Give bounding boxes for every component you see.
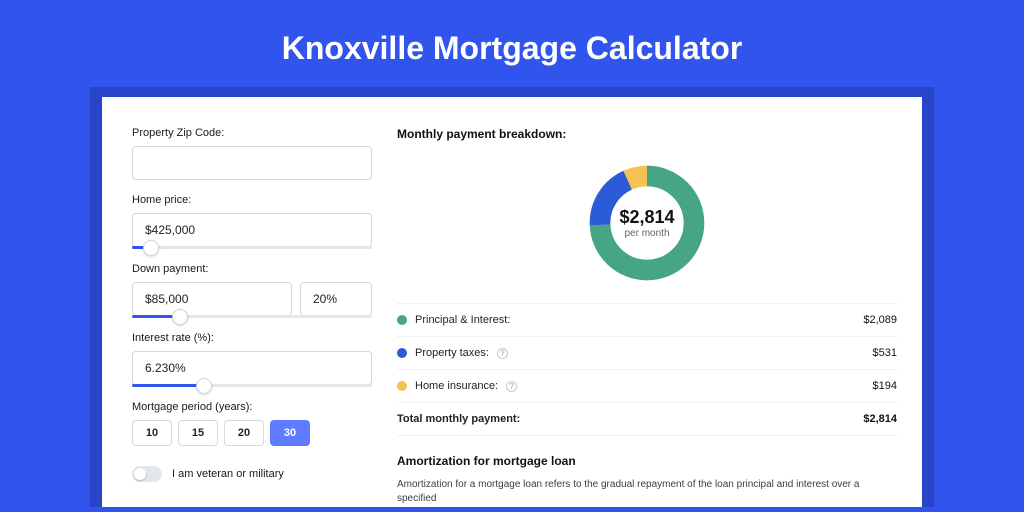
slider-thumb[interactable] — [196, 378, 212, 394]
legend-label: Principal & Interest: — [415, 314, 510, 326]
down-payment-pct-input[interactable] — [300, 282, 372, 316]
dot-icon — [397, 348, 407, 358]
legend-row-total: Total monthly payment: $2,814 — [397, 403, 897, 436]
veteran-row: I am veteran or military — [132, 466, 372, 482]
down-payment-input[interactable] — [132, 282, 292, 316]
amortization-title: Amortization for mortgage loan — [397, 454, 897, 468]
period-btn-15[interactable]: 15 — [178, 420, 218, 446]
slider-thumb[interactable] — [143, 240, 159, 256]
legend-value: $194 — [873, 380, 897, 392]
legend-row-insurance: Home insurance: ? $194 — [397, 370, 897, 403]
legend-row-principal: Principal & Interest: $2,089 — [397, 304, 897, 337]
breakdown-column: Monthly payment breakdown: $2,814 per mo… — [397, 127, 897, 507]
legend-value: $2,089 — [863, 314, 897, 326]
info-icon[interactable]: ? — [497, 348, 508, 359]
interest-rate-input[interactable] — [132, 351, 372, 385]
page-title: Knoxville Mortgage Calculator — [90, 0, 934, 87]
period-btn-20[interactable]: 20 — [224, 420, 264, 446]
legend-row-taxes: Property taxes: ? $531 — [397, 337, 897, 370]
home-price-slider[interactable] — [132, 246, 372, 249]
legend-label: Home insurance: — [415, 380, 498, 392]
veteran-toggle[interactable] — [132, 466, 162, 482]
amortization-section: Amortization for mortgage loan Amortizat… — [397, 454, 897, 506]
inputs-column: Property Zip Code: Home price: Down paym… — [132, 127, 372, 507]
home-price-field: Home price: — [132, 194, 372, 249]
veteran-label: I am veteran or military — [172, 468, 284, 480]
amortization-text: Amortization for a mortgage loan refers … — [397, 478, 897, 506]
period-field: Mortgage period (years): 10 15 20 30 — [132, 401, 372, 446]
down-payment-field: Down payment: — [132, 263, 372, 318]
donut-total: $2,814 — [619, 207, 674, 228]
period-options: 10 15 20 30 — [132, 420, 372, 446]
interest-rate-field: Interest rate (%): — [132, 332, 372, 387]
legend-value: $531 — [873, 347, 897, 359]
donut-sub: per month — [624, 228, 669, 239]
home-price-label: Home price: — [132, 194, 372, 206]
donut-chart: $2,814 per month — [397, 155, 897, 303]
dot-icon — [397, 381, 407, 391]
zip-input[interactable] — [132, 146, 372, 180]
zip-field: Property Zip Code: — [132, 127, 372, 180]
period-btn-10[interactable]: 10 — [132, 420, 172, 446]
legend-label: Total monthly payment: — [397, 413, 520, 425]
shadow-strip: Property Zip Code: Home price: Down paym… — [90, 87, 934, 507]
calculator-panel: Property Zip Code: Home price: Down paym… — [102, 97, 922, 507]
legend-value: $2,814 — [863, 413, 897, 425]
legend: Principal & Interest: $2,089 Property ta… — [397, 303, 897, 436]
down-payment-label: Down payment: — [132, 263, 372, 275]
info-icon[interactable]: ? — [506, 381, 517, 392]
period-btn-30[interactable]: 30 — [270, 420, 310, 446]
zip-label: Property Zip Code: — [132, 127, 372, 139]
down-payment-slider[interactable] — [132, 315, 372, 318]
interest-rate-slider[interactable] — [132, 384, 372, 387]
period-label: Mortgage period (years): — [132, 401, 372, 413]
legend-label: Property taxes: — [415, 347, 489, 359]
slider-thumb[interactable] — [172, 309, 188, 325]
dot-icon — [397, 315, 407, 325]
home-price-input[interactable] — [132, 213, 372, 247]
breakdown-title: Monthly payment breakdown: — [397, 127, 897, 141]
interest-rate-label: Interest rate (%): — [132, 332, 372, 344]
